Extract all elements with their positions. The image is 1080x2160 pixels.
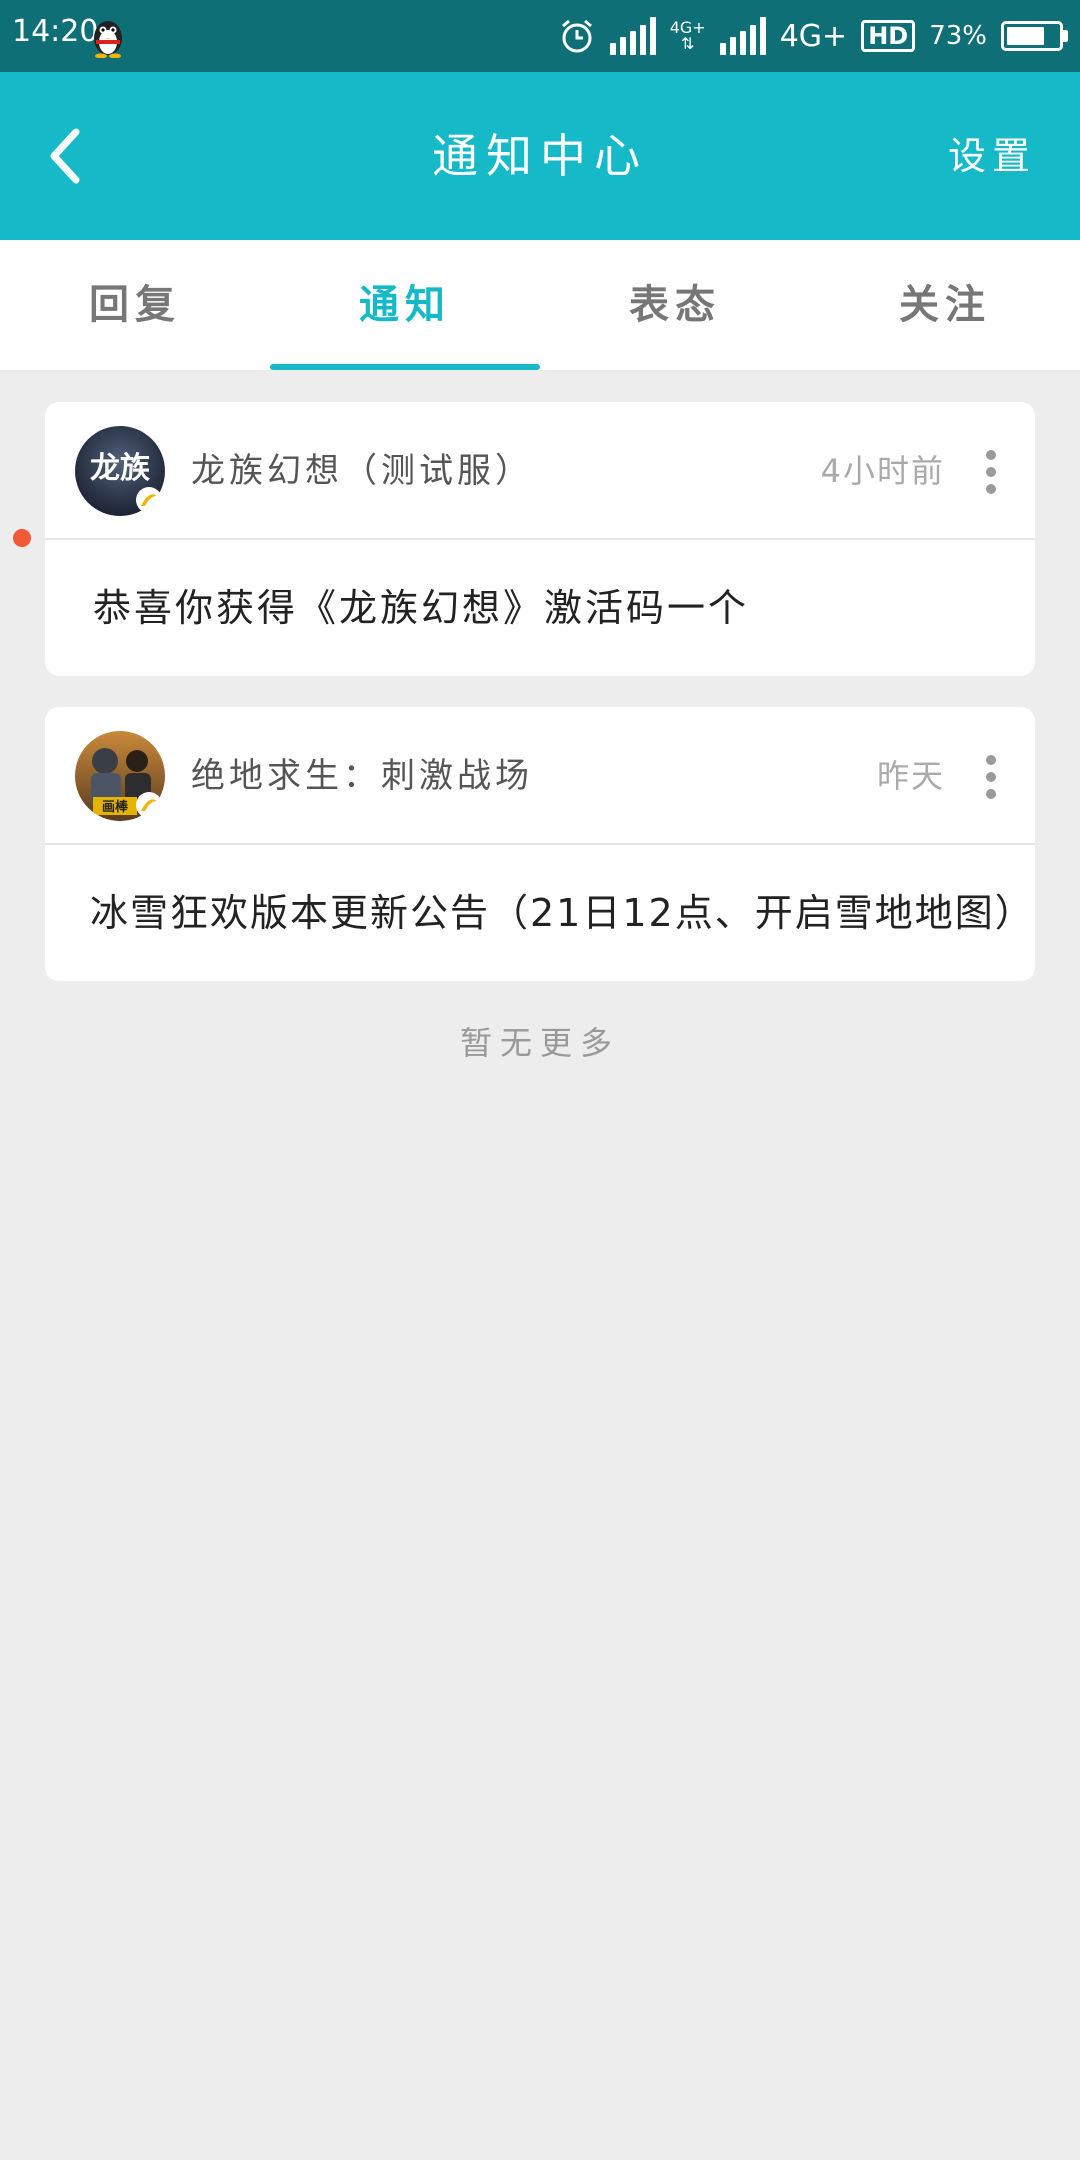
settings-button[interactable]: 设置 — [948, 72, 1036, 240]
status-bar: 14:20 4G+ ⇅ 4G+ HD 73% — [0, 0, 1080, 72]
alarm-icon — [561, 19, 592, 53]
signal-icon-2 — [719, 17, 766, 55]
game-badge-icon — [136, 792, 162, 818]
card-header: 画棒 绝地求生：刺激战场 昨天 — [45, 707, 1035, 845]
network-label: 4G+ — [779, 18, 848, 54]
page-title: 通知中心 — [432, 129, 648, 183]
qq-penguin-icon — [94, 21, 122, 58]
avatar-text: 画棒 — [102, 799, 129, 814]
avatar-text: 龙族 — [90, 452, 151, 485]
more-vertical-icon — [986, 755, 996, 765]
more-options-button[interactable] — [985, 450, 997, 494]
status-time: 14:20 — [12, 14, 99, 49]
signal-icon — [609, 17, 656, 55]
notification-time: 昨天 — [876, 757, 945, 795]
more-options-button[interactable] — [985, 755, 997, 799]
tab-following[interactable]: 关注 — [810, 240, 1080, 370]
card-header: 龙族 龙族幻想（测试服） 4小时前 — [45, 402, 1035, 540]
sender-name[interactable]: 龙族幻想（测试服） — [191, 402, 533, 540]
battery-percent: 73% — [929, 21, 987, 51]
unread-dot — [13, 529, 31, 547]
notification-card[interactable]: 画棒 绝地求生：刺激战场 昨天 冰雪狂欢版本更新公告（21日12点、开启雪地地图… — [45, 707, 1035, 981]
hd-badge: HD — [861, 20, 916, 52]
notification-time: 4小时前 — [820, 452, 945, 490]
tab-reactions[interactable]: 表态 — [540, 240, 810, 370]
tab-notifications[interactable]: 通知 — [270, 240, 540, 370]
notification-message[interactable]: 冰雪狂欢版本更新公告（21日12点、开启雪地地图） — [45, 845, 1035, 981]
notification-card[interactable]: 龙族 龙族幻想（测试服） 4小时前 恭喜你获得《龙族幻想》激活码一个 — [45, 402, 1035, 676]
battery-icon — [1001, 21, 1068, 51]
notification-message[interactable]: 恭喜你获得《龙族幻想》激活码一个 — [45, 540, 1035, 676]
network-small-label: 4G+ ⇅ — [669, 18, 706, 53]
more-vertical-icon — [986, 450, 996, 460]
tab-bar: 回复 通知 表态 关注 — [0, 240, 1080, 370]
no-more-label: 暂无更多 — [459, 1024, 620, 1062]
tab-replies[interactable]: 回复 — [0, 240, 270, 370]
app-header: 通知中心 设置 — [0, 72, 1080, 240]
game-badge-icon — [136, 487, 162, 513]
sender-name[interactable]: 绝地求生：刺激战场 — [191, 707, 533, 845]
